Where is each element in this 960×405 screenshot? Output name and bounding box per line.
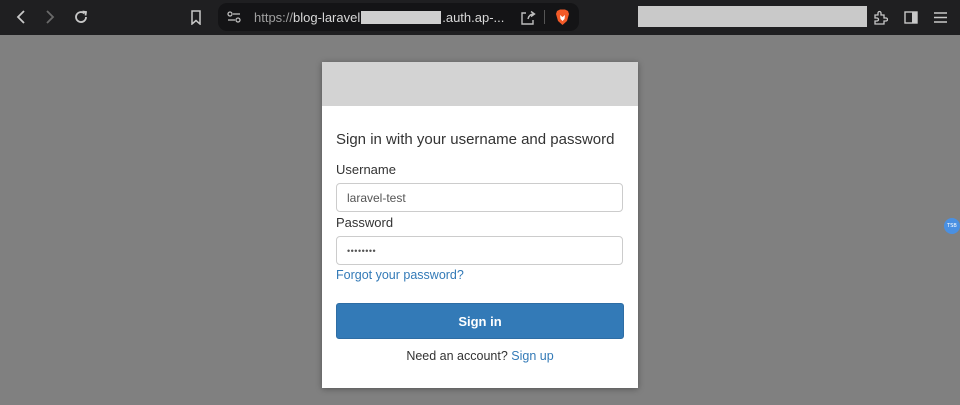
url-host-start: blog-laravel bbox=[293, 10, 361, 25]
share-icon[interactable] bbox=[518, 7, 538, 27]
username-label: Username bbox=[336, 162, 396, 177]
url-host-end: .auth.ap-... bbox=[442, 10, 505, 25]
forgot-password-link[interactable]: Forgot your password? bbox=[336, 268, 464, 282]
login-card: Sign in with your username and password … bbox=[322, 62, 638, 388]
extensions-icon[interactable] bbox=[870, 7, 890, 27]
sign-up-link[interactable]: Sign up bbox=[511, 349, 553, 363]
browser-toolbar: https://blog-laravel .auth.ap-... bbox=[0, 0, 960, 35]
password-field[interactable]: •••••••• bbox=[336, 236, 623, 265]
address-bar[interactable]: https://blog-laravel .auth.ap-... bbox=[218, 3, 579, 31]
card-banner bbox=[322, 62, 638, 106]
site-settings-icon[interactable] bbox=[224, 7, 244, 27]
bookmark-icon[interactable] bbox=[186, 7, 206, 27]
reload-icon[interactable] bbox=[71, 7, 91, 27]
floating-indicator-badge[interactable]: TSB bbox=[944, 218, 960, 234]
menu-icon[interactable] bbox=[930, 7, 950, 27]
address-divider bbox=[544, 10, 545, 24]
brave-shield-icon[interactable] bbox=[552, 7, 572, 27]
password-label: Password bbox=[336, 215, 394, 230]
redacted-url-segment bbox=[361, 11, 442, 24]
sign-in-button[interactable]: Sign in bbox=[336, 303, 624, 339]
url-text: https://blog-laravel .auth.ap-... bbox=[254, 10, 504, 25]
url-scheme: https:// bbox=[254, 10, 294, 25]
password-value: •••••••• bbox=[347, 245, 377, 256]
sidebar-toggle-icon[interactable] bbox=[901, 7, 921, 27]
signup-line: Need an account? Sign up bbox=[322, 349, 638, 363]
login-heading: Sign in with your username and password bbox=[336, 131, 615, 148]
redacted-toolbar-area bbox=[638, 6, 867, 27]
username-value: laravel-test bbox=[347, 190, 406, 205]
username-field[interactable]: laravel-test bbox=[336, 183, 623, 212]
forward-icon[interactable] bbox=[40, 7, 60, 27]
back-icon[interactable] bbox=[11, 7, 31, 27]
signup-prompt: Need an account? bbox=[406, 349, 508, 363]
